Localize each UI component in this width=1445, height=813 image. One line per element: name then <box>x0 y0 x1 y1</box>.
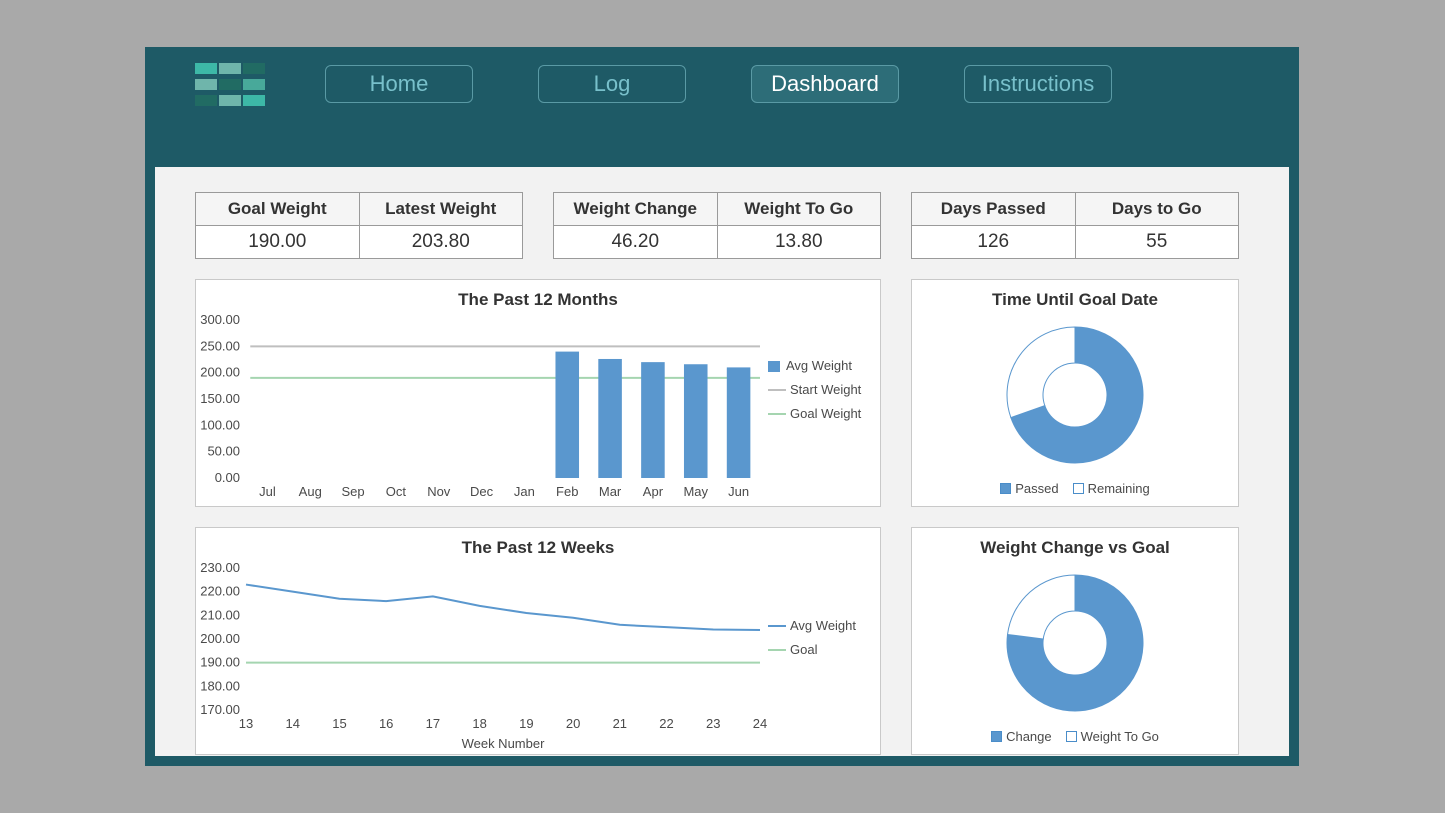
svg-text:150.00: 150.00 <box>200 391 240 406</box>
svg-text:Avg Weight: Avg Weight <box>786 358 852 373</box>
svg-text:15: 15 <box>332 716 346 731</box>
chart-title: Time Until Goal Date <box>912 280 1238 310</box>
stat-label: Latest Weight <box>360 193 523 226</box>
svg-text:220.00: 220.00 <box>200 584 240 599</box>
svg-text:200.00: 200.00 <box>200 631 240 646</box>
nav-home-button[interactable]: Home <box>325 65 473 103</box>
svg-text:Apr: Apr <box>643 484 664 499</box>
svg-text:Aug: Aug <box>299 484 322 499</box>
stat-group-days: Days Passed 126 Days to Go 55 <box>911 192 1239 259</box>
svg-text:22: 22 <box>659 716 673 731</box>
svg-text:24: 24 <box>753 716 767 731</box>
chart-weight-change-vs-goal: Weight Change vs Goal Change Weight To G… <box>911 527 1239 755</box>
svg-text:Week Number: Week Number <box>462 736 546 751</box>
svg-text:Feb: Feb <box>556 484 578 499</box>
donut-legend: Change Weight To Go <box>912 729 1238 744</box>
stat-value: 55 <box>1076 226 1239 258</box>
svg-text:190.00: 190.00 <box>200 655 240 670</box>
app-window: Home Log Dashboard Instructions Goal Wei… <box>145 47 1299 766</box>
stat-group-weight: Goal Weight 190.00 Latest Weight 203.80 <box>195 192 523 259</box>
app-logo-icon <box>195 63 265 106</box>
stat-label: Days to Go <box>1076 193 1239 226</box>
stat-value: 13.80 <box>718 226 881 258</box>
svg-text:Sep: Sep <box>342 484 365 499</box>
svg-text:21: 21 <box>613 716 627 731</box>
svg-text:Jul: Jul <box>259 484 276 499</box>
nav-log-button[interactable]: Log <box>538 65 686 103</box>
stat-value: 126 <box>912 226 1075 258</box>
stat-label: Weight To Go <box>718 193 881 226</box>
chart-title: Weight Change vs Goal <box>912 528 1238 558</box>
dashboard-content: Goal Weight 190.00 Latest Weight 203.80 … <box>155 167 1289 756</box>
stat-label: Days Passed <box>912 193 1075 226</box>
svg-text:May: May <box>683 484 708 499</box>
nav-dashboard-button[interactable]: Dashboard <box>751 65 899 103</box>
svg-text:Goal: Goal <box>790 642 818 657</box>
svg-text:Oct: Oct <box>386 484 407 499</box>
chart-past-12-months: The Past 12 Months 0.00 50.00 100.00 150.00… <box>195 279 881 507</box>
svg-text:50.00: 50.00 <box>207 444 240 459</box>
stat-row: Goal Weight 190.00 Latest Weight 203.80 … <box>195 192 1249 259</box>
stat-weight-change: Weight Change 46.20 <box>554 193 718 258</box>
stat-value: 203.80 <box>360 226 523 258</box>
nav-instructions-button[interactable]: Instructions <box>964 65 1112 103</box>
svg-text:250.00: 250.00 <box>200 338 240 353</box>
svg-text:17: 17 <box>426 716 440 731</box>
svg-text:19: 19 <box>519 716 533 731</box>
stat-latest-weight: Latest Weight 203.80 <box>360 193 523 258</box>
svg-text:Nov: Nov <box>427 484 451 499</box>
header: Home Log Dashboard Instructions <box>145 47 1299 121</box>
svg-text:Mar: Mar <box>599 484 622 499</box>
svg-text:Goal Weight: Goal Weight <box>790 406 862 421</box>
svg-text:13: 13 <box>239 716 253 731</box>
chart-title: The Past 12 Weeks <box>196 528 880 558</box>
stat-days-to-go: Days to Go 55 <box>1076 193 1239 258</box>
svg-text:14: 14 <box>285 716 299 731</box>
svg-text:180.00: 180.00 <box>200 678 240 693</box>
chart-past-12-weeks: The Past 12 Weeks 170.00 180.00 190.00 200.… <box>195 527 881 755</box>
svg-text:16: 16 <box>379 716 393 731</box>
stat-weight-to-go: Weight To Go 13.80 <box>718 193 881 258</box>
stat-value: 46.20 <box>554 226 717 258</box>
stat-goal-weight: Goal Weight 190.00 <box>196 193 360 258</box>
svg-text:230.00: 230.00 <box>200 560 240 575</box>
svg-text:Jan: Jan <box>514 484 535 499</box>
legend-weight-to-go: Weight To Go <box>1066 729 1159 744</box>
svg-text:20: 20 <box>566 716 580 731</box>
svg-text:210.00: 210.00 <box>200 607 240 622</box>
svg-text:Avg Weight: Avg Weight <box>790 618 856 633</box>
svg-text:Start Weight: Start Weight <box>790 382 862 397</box>
svg-text:100.00: 100.00 <box>200 417 240 432</box>
svg-text:200.00: 200.00 <box>200 365 240 380</box>
svg-text:23: 23 <box>706 716 720 731</box>
stat-group-change: Weight Change 46.20 Weight To Go 13.80 <box>553 192 881 259</box>
stat-value: 190.00 <box>196 226 359 258</box>
svg-text:300.00: 300.00 <box>200 312 240 327</box>
legend-change: Change <box>991 729 1052 744</box>
svg-text:170.00: 170.00 <box>200 702 240 717</box>
stat-days-passed: Days Passed 126 <box>912 193 1076 258</box>
svg-text:Dec: Dec <box>470 484 494 499</box>
donut-legend: Passed Remaining <box>912 481 1238 496</box>
chart-time-until-goal: Time Until Goal Date Passed Remaining <box>911 279 1239 507</box>
stat-label: Goal Weight <box>196 193 359 226</box>
legend-remaining: Remaining <box>1073 481 1150 496</box>
legend-passed: Passed <box>1000 481 1058 496</box>
main-nav: Home Log Dashboard Instructions <box>325 65 1112 103</box>
svg-text:Jun: Jun <box>728 484 749 499</box>
stat-label: Weight Change <box>554 193 717 226</box>
svg-text:18: 18 <box>472 716 486 731</box>
svg-text:0.00: 0.00 <box>215 470 240 485</box>
chart-title: The Past 12 Months <box>196 280 880 310</box>
